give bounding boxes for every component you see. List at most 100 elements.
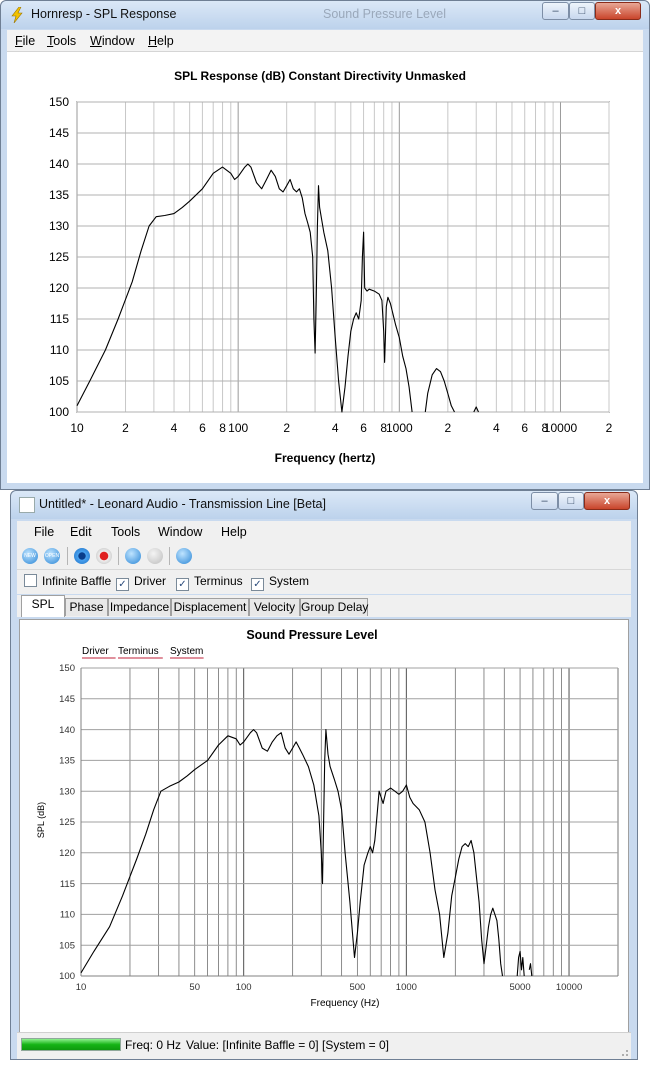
- minimize-button[interactable]: –: [542, 2, 569, 20]
- x-axis-label: Frequency (Hz): [311, 998, 380, 1009]
- tab-phase[interactable]: Phase: [65, 598, 108, 616]
- tab-impedance[interactable]: Impedance: [108, 598, 171, 616]
- y-tick-labels: 100 105 110 115 120 125 130 135 140 145 150: [59, 663, 75, 982]
- menu-tools[interactable]: Tools: [47, 34, 76, 48]
- menu-window[interactable]: Window: [90, 34, 134, 48]
- x-tick-label: 6: [521, 421, 528, 435]
- new-icon[interactable]: NEW: [22, 548, 38, 564]
- minimize-icon: –: [552, 5, 559, 17]
- x-tick-label: 50: [189, 982, 200, 993]
- hornresp-window: Hornresp - SPL Response Sound Pressure L…: [0, 0, 650, 490]
- close-icon: x: [614, 5, 622, 17]
- hornresp-chart-area: SPL Response (dB) Constant Directivity U…: [7, 52, 643, 483]
- y-tick-label: 105: [49, 374, 69, 388]
- y-tick-label: 130: [59, 786, 75, 797]
- checkbox-system[interactable]: ✓ System: [251, 574, 309, 591]
- checkmark-icon[interactable]: ✓: [251, 578, 264, 591]
- leonard-audio-window: Untitled* - Leonard Audio - Transmission…: [10, 490, 638, 1060]
- y-tick-label: 145: [59, 694, 75, 705]
- menu-help[interactable]: Help: [148, 34, 174, 48]
- x-tick-labels: 10 50 100 500 1000 5000 10000: [76, 982, 583, 993]
- x-tick-label: 6: [199, 421, 206, 435]
- leonard-title-bar[interactable]: Untitled* - Leonard Audio - Transmission…: [11, 491, 637, 519]
- toolbar-separator: [118, 547, 119, 565]
- maximize-icon: □: [578, 5, 586, 17]
- checkbox-terminus[interactable]: ✓ Terminus: [176, 574, 243, 591]
- checkmark-icon[interactable]: ✓: [176, 578, 189, 591]
- x-tick-label: 8: [219, 421, 226, 435]
- close-icon: x: [603, 495, 611, 507]
- spl-tab-panel: Sound Pressure Level Driver Terminus Syste…: [19, 619, 629, 1033]
- maximize-button[interactable]: □: [558, 492, 584, 510]
- record-icon[interactable]: [96, 548, 112, 564]
- checkbox-driver[interactable]: ✓ Driver: [116, 574, 166, 591]
- spl-response-chart: SPL Response (dB) Constant Directivity U…: [49, 69, 613, 465]
- toolbar: NEW OPEN: [17, 543, 631, 570]
- toolbar-separator: [169, 547, 170, 565]
- x-tick-label: 4: [332, 421, 339, 435]
- x-tick-label: 2: [122, 421, 129, 435]
- back-icon[interactable]: [125, 548, 141, 564]
- close-button[interactable]: x: [584, 492, 630, 510]
- x-tick-label: 10000: [544, 421, 578, 435]
- series-line: [528, 963, 533, 977]
- x-tick-label: 500: [349, 982, 365, 993]
- options-bar: Infinite Baffle ✓ Driver ✓ Terminus ✓ Syste…: [17, 570, 631, 594]
- x-tick-label: 100: [236, 982, 252, 993]
- y-tick-labels: 100 105 110 115 120 125 130 135 140 145 150: [49, 95, 69, 419]
- x-tick-labels: 10 2 4 6 8 100 2 4 6 81000 2 4 6 810000 2: [70, 421, 612, 435]
- tab-group-delay[interactable]: Group Delay: [300, 598, 368, 616]
- x-tick-label: 5000: [509, 982, 530, 993]
- x-axis-label: Frequency (hertz): [275, 451, 376, 465]
- leonard-menu-bar: File Edit Tools Window Help: [17, 521, 631, 543]
- x-tick-label: 1000: [396, 982, 417, 993]
- y-tick-label: 135: [49, 188, 69, 202]
- menu-file[interactable]: File: [34, 525, 54, 539]
- y-tick-label: 150: [49, 95, 69, 109]
- y-tick-label: 125: [59, 817, 75, 828]
- status-bar: Freq: 0 Hz Value: [Infinite Baffle = 0] …: [17, 1032, 631, 1059]
- y-tick-label: 120: [59, 848, 75, 859]
- menu-tools[interactable]: Tools: [111, 525, 140, 539]
- play-icon[interactable]: [176, 548, 192, 564]
- tab-velocity[interactable]: Velocity: [249, 598, 300, 616]
- y-tick-label: 135: [59, 756, 75, 767]
- menu-window[interactable]: Window: [158, 525, 202, 539]
- x-tick-label: 2: [444, 421, 451, 435]
- y-tick-label: 115: [60, 879, 75, 890]
- x-tick-label: 4: [493, 421, 500, 435]
- x-tick-label: 2: [606, 421, 613, 435]
- x-tick-label: 100: [228, 421, 248, 435]
- checkmark-icon[interactable]: ✓: [116, 578, 129, 591]
- open-icon[interactable]: OPEN: [44, 548, 60, 564]
- menu-help[interactable]: Help: [221, 525, 247, 539]
- y-tick-label: 100: [49, 405, 69, 419]
- y-tick-label: 140: [49, 157, 69, 171]
- tab-displacement[interactable]: Displacement: [171, 598, 249, 616]
- tab-spl[interactable]: SPL: [21, 595, 65, 617]
- menu-edit[interactable]: Edit: [70, 525, 92, 539]
- y-tick-label: 125: [49, 250, 69, 264]
- maximize-button[interactable]: □: [569, 2, 595, 20]
- lightning-bolt-icon: [11, 7, 23, 23]
- legend-label: System: [170, 646, 203, 657]
- forward-icon[interactable]: [147, 548, 163, 564]
- checkbox-box[interactable]: [24, 574, 37, 587]
- x-tick-label: 6: [360, 421, 367, 435]
- x-tick-label: 1000: [386, 421, 413, 435]
- y-tick-label: 150: [59, 663, 75, 674]
- chart-grid: [80, 667, 619, 977]
- menu-file[interactable]: File: [15, 34, 35, 48]
- document-icon: [19, 497, 35, 513]
- minimize-button[interactable]: –: [531, 492, 558, 510]
- hornresp-window-title: Hornresp - SPL Response: [31, 7, 177, 21]
- hornresp-title-bar[interactable]: Hornresp - SPL Response Sound Pressure L…: [1, 1, 649, 29]
- resize-grip-icon[interactable]: [619, 1047, 629, 1057]
- progress-bar: [21, 1038, 121, 1051]
- close-button[interactable]: x: [595, 2, 641, 20]
- stop-icon[interactable]: [74, 548, 90, 564]
- checkbox-infinite-baffle[interactable]: Infinite Baffle: [24, 574, 111, 588]
- chart-title: SPL Response (dB) Constant Directivity U…: [174, 69, 466, 83]
- y-tick-label: 110: [60, 910, 75, 921]
- y-tick-label: 100: [59, 971, 75, 982]
